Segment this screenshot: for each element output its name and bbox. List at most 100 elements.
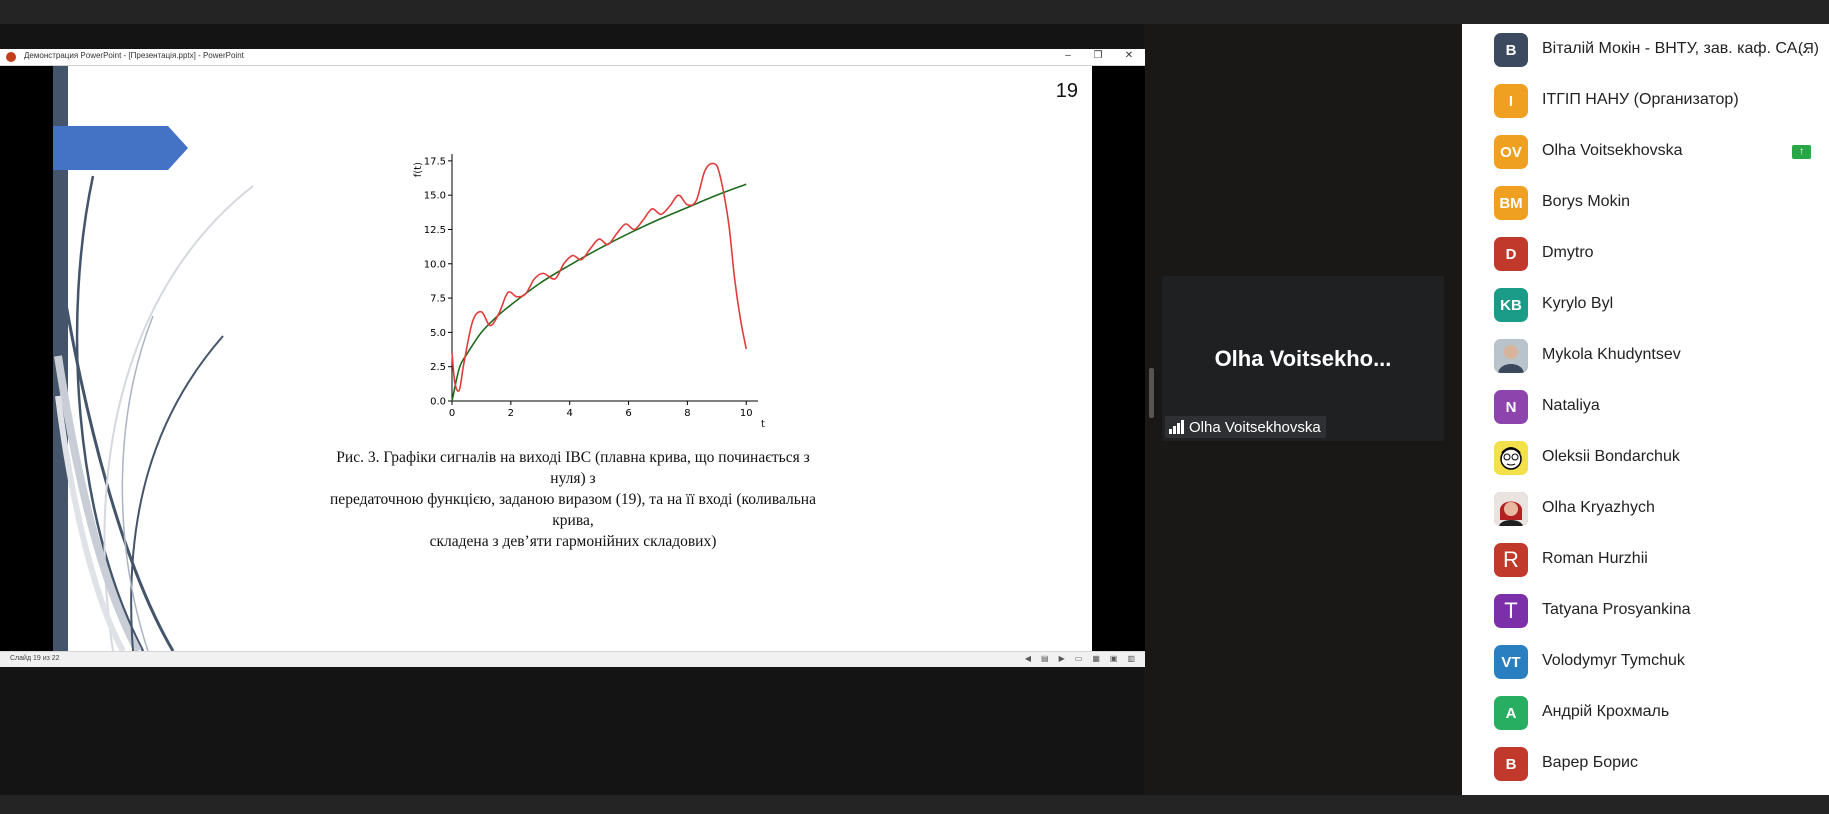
- normal-view-icon[interactable]: ▭: [1075, 654, 1083, 663]
- reading-view-icon[interactable]: ▣: [1110, 654, 1118, 663]
- self-tag: (Я): [1798, 40, 1819, 57]
- decorative-curves: [54, 175, 254, 651]
- man-photo-icon: [1494, 339, 1528, 373]
- participant-item[interactable]: Olha Kryazhych: [1462, 483, 1829, 534]
- slideshow-view-icon[interactable]: ▥: [1127, 654, 1135, 663]
- avatar: I: [1494, 84, 1528, 118]
- sorter-view-icon[interactable]: ▦: [1092, 654, 1100, 663]
- avatar: OV: [1494, 135, 1528, 169]
- avatar: A: [1494, 696, 1528, 730]
- notes-view-icon[interactable]: ▤: [1041, 654, 1049, 663]
- avatar-photo: [1494, 441, 1528, 475]
- y-tick-label: 17.5: [424, 156, 446, 167]
- avatar: T: [1494, 594, 1528, 628]
- video-label-text: Olha Voitsekhovska: [1189, 418, 1321, 436]
- input-signal-line: [451, 162, 748, 392]
- signal-strength-icon: [1169, 420, 1184, 434]
- avatar: B: [1494, 747, 1528, 781]
- participant-item[interactable]: N Nataliya: [1462, 381, 1829, 432]
- participant-item[interactable]: OV Olha Voitsekhovska ↑: [1462, 126, 1829, 177]
- avatar-photo: [1494, 339, 1528, 373]
- avatar: N: [1494, 390, 1528, 424]
- avatar: VT: [1494, 645, 1528, 679]
- restore-button[interactable]: ❐: [1090, 50, 1106, 61]
- participant-item[interactable]: B Віталій Мокін - ВНТУ, зав. каф. СА... (Я…: [1462, 24, 1829, 75]
- window-titlebar: Демонстрация PowerPoint - [Презентація.p…: [0, 49, 1145, 66]
- slide: 19 0 2 4 6 8 10 0.0 2.5 5.0 7.5 10.0 12.5 15.0 17.5 f…: [53, 66, 1092, 651]
- previous-slide-icon[interactable]: ◀: [1025, 654, 1031, 663]
- participant-name: Віталій Мокін - ВНТУ, зав. каф. СА...: [1542, 40, 1811, 57]
- y-tick-label: 12.5: [424, 225, 446, 236]
- participant-name: Андрій Крохмаль: [1542, 703, 1670, 720]
- participant-name: Volodymyr Tymchuk: [1542, 652, 1685, 669]
- output-signal-line: [451, 183, 747, 402]
- top-bar: [0, 0, 1829, 24]
- avatar: BM: [1494, 186, 1528, 220]
- resize-handle[interactable]: [1149, 368, 1154, 418]
- participant-item[interactable]: Mykola Khudyntsev: [1462, 330, 1829, 381]
- play-icon[interactable]: ▶: [1059, 654, 1065, 663]
- caption-line: Рис. 3. Графіки сигналів на виході ІВС (…: [336, 449, 810, 487]
- participants-panel: B Віталій Мокін - ВНТУ, зав. каф. СА... (Я…: [1462, 24, 1829, 795]
- participant-item[interactable]: KB Kyrylo Byl: [1462, 279, 1829, 330]
- video-name-label: Olha Voitsekhovska: [1165, 416, 1326, 438]
- y-tick-label: 0.0: [430, 397, 446, 408]
- view-controls: ◀ ▤ ▶ ▭ ▦ ▣ ▥: [1025, 654, 1135, 663]
- signal-chart: 0 2 4 6 8 10 0.0 2.5 5.0 7.5 10.0 12.5 15.0 17.5 f(t)…: [413, 154, 765, 430]
- powerpoint-window: Демонстрация PowerPoint - [Презентація.p…: [0, 49, 1145, 667]
- x-tick-label: 6: [625, 408, 631, 419]
- participant-name: Nataliya: [1542, 397, 1600, 414]
- slide-number: 19: [1055, 80, 1078, 102]
- bottom-bar: [0, 795, 1829, 814]
- participant-item[interactable]: R Roman Hurzhii: [1462, 534, 1829, 585]
- y-axis-label: f(t): [413, 162, 424, 177]
- participant-name: Mykola Khudyntsev: [1542, 346, 1681, 363]
- participant-name: Olha Voitsekhovska: [1542, 142, 1683, 159]
- participant-name: Tatyana Prosyankina: [1542, 601, 1691, 618]
- minimize-button[interactable]: –: [1060, 50, 1076, 61]
- participant-item[interactable]: B Варер Борис: [1462, 738, 1829, 789]
- y-tick-label: 15.0: [424, 191, 446, 202]
- participant-item[interactable]: BM Borys Mokin: [1462, 177, 1829, 228]
- x-tick-label: 0: [449, 408, 455, 419]
- powerpoint-logo-icon: [6, 52, 16, 62]
- x-tick-label: 4: [567, 408, 573, 419]
- video-tile[interactable]: Olha Voitsekho... Olha Voitsekhovska: [1162, 276, 1444, 441]
- window-title: Демонстрация PowerPoint - [Презентація.p…: [24, 51, 244, 60]
- video-display-name: Olha Voitsekho...: [1214, 346, 1392, 371]
- screen-share-badge-icon: ↑: [1792, 145, 1811, 159]
- participant-name: ІТГІП НАНУ (Организатор): [1542, 91, 1739, 108]
- x-tick-label: 10: [740, 408, 753, 419]
- x-tick-label: 8: [684, 408, 690, 419]
- participant-name: Olha Kryazhych: [1542, 499, 1655, 516]
- avatar: KB: [1494, 288, 1528, 322]
- y-tick-label: 7.5: [430, 294, 446, 305]
- participant-item[interactable]: I ІТГІП НАНУ (Организатор): [1462, 75, 1829, 126]
- participant-item[interactable]: D Dmytro: [1462, 228, 1829, 279]
- status-bar: Слайд 19 из 22 ◀ ▤ ▶ ▭ ▦ ▣ ▥: [0, 651, 1145, 667]
- participant-item[interactable]: T Tatyana Prosyankina: [1462, 585, 1829, 636]
- avatar-photo: [1494, 492, 1528, 526]
- woman-photo-icon: [1494, 492, 1528, 526]
- participant-item[interactable]: Oleksii Bondarchuk: [1462, 432, 1829, 483]
- participant-name: Dmytro: [1542, 244, 1594, 261]
- figure-caption: Рис. 3. Графіки сигналів на виході ІВС (…: [323, 447, 823, 552]
- participant-name: Kyrylo Byl: [1542, 295, 1614, 312]
- participant-name: Варер Борис: [1542, 754, 1638, 771]
- participant-name: Roman Hurzhii: [1542, 550, 1648, 567]
- y-tick-label: 2.5: [430, 362, 446, 373]
- caption-line: складена з дев’яти гармонійних складових…: [429, 533, 717, 550]
- x-axis-label: t: [761, 419, 765, 430]
- participant-item[interactable]: A Андрій Крохмаль: [1462, 687, 1829, 738]
- avatar: D: [1494, 237, 1528, 271]
- participant-name: Oleksii Bondarchuk: [1542, 448, 1680, 465]
- participant-item[interactable]: VT Volodymyr Tymchuk: [1462, 636, 1829, 687]
- participant-name: Borys Mokin: [1542, 193, 1631, 210]
- cartoon-face-icon: [1494, 441, 1528, 475]
- avatar: B: [1494, 33, 1528, 67]
- avatar: R: [1494, 543, 1528, 577]
- title-arrow-shape: [53, 126, 188, 170]
- slide-counter: Слайд 19 из 22: [10, 655, 60, 662]
- close-button[interactable]: ✕: [1121, 50, 1137, 61]
- x-tick-label: 2: [508, 408, 514, 419]
